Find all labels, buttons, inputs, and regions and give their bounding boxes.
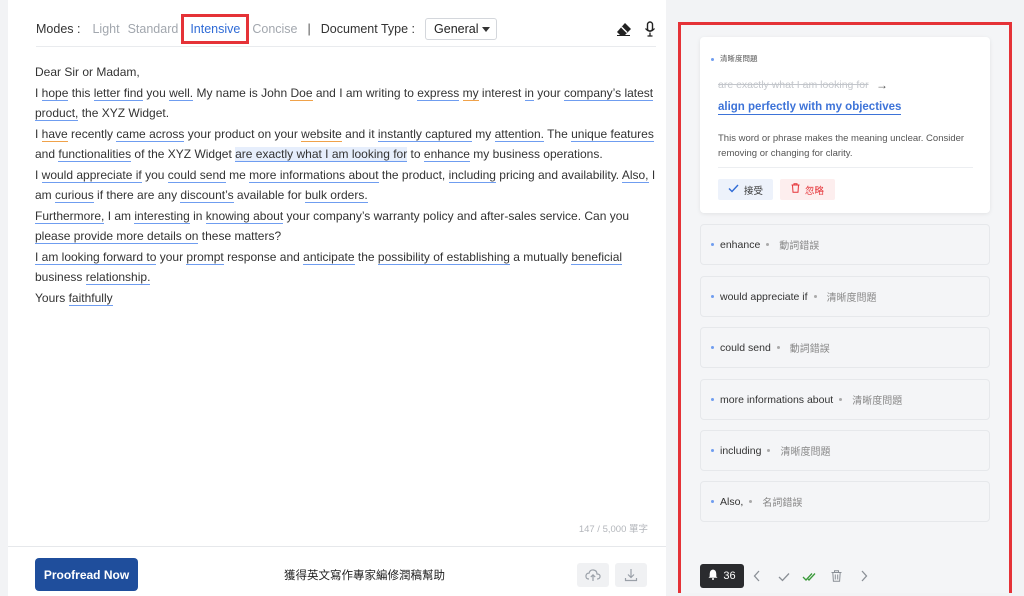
issue-highlight[interactable]: well. [169,85,194,101]
issue-highlight[interactable]: beneficial [571,249,623,265]
issue-highlight[interactable]: came across [116,126,185,142]
issue-highlight[interactable]: my [462,85,479,101]
issue-highlight[interactable]: letter find [93,85,144,101]
issue-item[interactable]: would appreciate if 清晰度問題 [700,276,990,317]
trash-icon [791,183,800,196]
greeting-line: Dear Sir or Madam, [35,65,140,79]
editor-pane: Modes : Light Standard Intensive Concise… [8,0,666,596]
document-type-label: Document Type : [320,22,416,36]
editor-bottom-bar: Proofread Now 獲得英文寫作專家編修潤稿幫助 [8,546,666,596]
issue-highlight[interactable]: please provide more details on [35,229,199,244]
paragraph-5: I am looking forward to your prompt resp… [35,249,623,285]
issue-highlight[interactable]: more informations about [249,167,379,183]
issue-highlight[interactable]: unique features [571,126,654,142]
accept-button[interactable]: 接受 [718,179,773,200]
bullet-dot [711,57,714,61]
issue-item[interactable]: more informations about 清晰度問題 [700,379,990,420]
issue-highlight[interactable]: in [524,85,534,101]
suggestion-category: 清晰度問題 [711,53,758,64]
issue-highlight[interactable]: Doe [290,85,313,101]
issue-highlight[interactable]: enhance [423,147,470,162]
mode-intensive[interactable]: Intensive [181,14,250,44]
check-icon[interactable] [778,569,790,587]
microphone-icon[interactable] [644,21,656,37]
card-divider [718,167,973,168]
eraser-icon[interactable] [616,22,632,36]
issue-highlight[interactable]: Also, [621,167,649,183]
document-type-value: General [434,22,479,36]
toolbar-divider [36,46,656,47]
app-window: Modes : Light Standard Intensive Concise… [0,0,1024,596]
expert-help-link[interactable]: 獲得英文寫作專家編修潤稿幫助 [284,567,445,583]
modes-label: Modes : [36,22,81,36]
issue-highlight[interactable]: website [301,126,342,142]
issue-count-badge[interactable]: 36 [700,564,744,588]
issue-highlight[interactable]: functionalities [58,147,132,162]
check-icon [728,184,739,196]
suggested-replacement[interactable]: align perfectly with my objectives [718,101,902,115]
issue-highlight[interactable]: I am looking forward to [35,249,157,265]
issue-highlight[interactable]: interesting [134,208,190,224]
ignore-button[interactable]: 忽略 [780,179,835,200]
arrow-right-icon: → [876,78,888,92]
issue-item[interactable]: Also, 名詞錯誤 [700,481,990,522]
chevron-left-icon[interactable] [753,569,761,587]
mode-concise[interactable]: Concise [252,22,297,36]
download-icon[interactable] [615,563,647,587]
word-counter: 147 / 5,000 單字 [578,524,648,535]
issue-highlight[interactable]: could send [167,167,226,183]
issue-highlight[interactable]: curious [55,188,94,203]
suggestions-panel: 清晰度問題 are exactly what I am looking for … [678,22,1012,593]
cloud-upload-icon[interactable] [577,563,609,587]
panel-navigation-bar: 36 [681,558,1009,593]
issue-highlight[interactable]: prompt [186,249,224,265]
bell-icon [708,569,718,583]
mode-light[interactable]: Light [92,22,119,36]
issue-highlight[interactable]: instantly captured [377,126,472,142]
issue-highlight[interactable]: possibility of establishing [377,249,510,265]
closing-line: Yours faithfully [35,290,113,306]
issue-highlight[interactable]: express [417,85,460,101]
issue-item[interactable]: enhance 動詞錯誤 [700,224,990,265]
issue-item[interactable]: including 清晰度問題 [700,430,990,471]
active-issue-highlight[interactable]: are exactly what I am looking for [235,147,408,162]
chevron-right-icon[interactable] [860,569,868,587]
issue-item[interactable]: could send 動詞錯誤 [700,327,990,368]
issue-highlight[interactable]: including [448,167,496,183]
issue-highlight[interactable]: Furthermore, [35,208,105,224]
issue-highlight[interactable]: faithfully [68,290,113,306]
issue-highlight[interactable]: anticipate [303,249,355,265]
document-text[interactable]: Dear Sir or Madam, I hope this letter fi… [35,62,660,308]
issue-highlight[interactable]: discount’s [180,188,234,203]
issue-highlight[interactable]: knowing about [205,208,284,224]
issue-highlight[interactable]: hope [41,85,69,101]
paragraph-3: I would appreciate if you could send me … [35,167,656,203]
paragraph-4: Furthermore, I am interesting in knowing… [35,208,630,244]
paragraph-1: I hope this letter find you well. My nam… [35,85,654,121]
issue-highlight[interactable]: would appreciate if [41,167,142,183]
issue-highlight[interactable]: attention. [494,126,544,142]
toolbar-separator: | [307,22,311,36]
suggestion-description: This word or phrase makes the meaning un… [718,133,965,159]
tool-icons [616,21,656,37]
toolbar: Modes : Light Standard Intensive Concise… [36,14,656,44]
original-phrase: are exactly what I am looking for [718,79,869,91]
mode-standard[interactable]: Standard [128,22,179,36]
paragraph-2: I have recently came across your product… [35,126,654,162]
proofread-now-button[interactable]: Proofread Now [35,558,138,591]
trash-icon[interactable] [831,569,842,587]
caret-down-icon [482,26,491,32]
double-check-icon[interactable] [802,569,816,587]
active-suggestion-card[interactable]: 清晰度問題 are exactly what I am looking for … [700,37,990,213]
document-type-select[interactable]: General [425,18,498,40]
issue-highlight[interactable]: have [41,126,68,142]
issue-highlight[interactable]: relationship. [85,270,151,285]
issue-highlight[interactable]: bulk orders. [304,188,368,203]
